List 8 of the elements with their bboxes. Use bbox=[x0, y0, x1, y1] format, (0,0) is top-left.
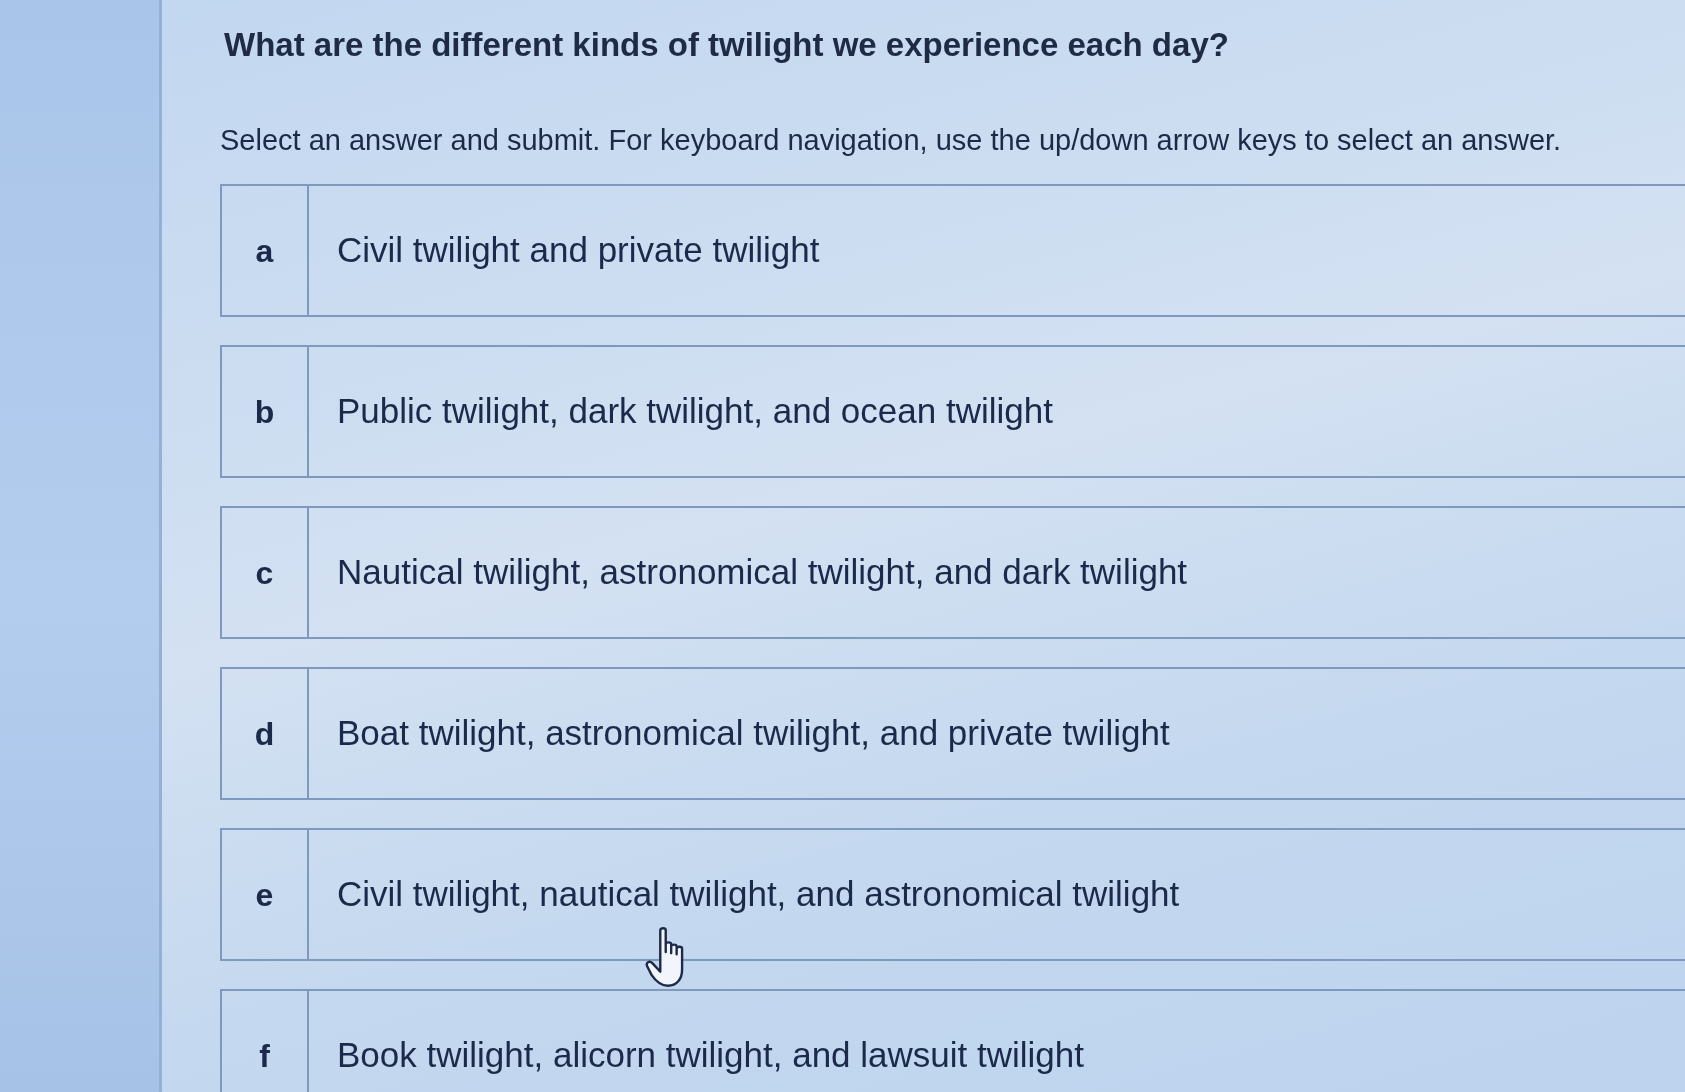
answer-option[interactable]: a Civil twilight and private twilight bbox=[220, 184, 1685, 318]
answer-option[interactable]: f Book twilight, alicorn twilight, and lawsuit twilight bbox=[220, 989, 1685, 1092]
answer-option[interactable]: e Civil twilight, nautical twilight, and astronomical twilight bbox=[220, 828, 1685, 962]
answer-option[interactable]: c Nautical twilight, astronomical twilight, and dark twilight bbox=[220, 506, 1685, 640]
question-title: What are the different kinds of twilight we experience each day? bbox=[224, 25, 1230, 65]
answer-option[interactable]: d Boat twilight, astronomical twilight, and private twilight bbox=[220, 667, 1685, 801]
answer-option[interactable]: b Public twilight, dark twilight, and ocean twilight bbox=[220, 345, 1685, 479]
instructions-text: Select an answer and submit. For keyboard navigation, use the up/down arrow keys to select an answer. bbox=[220, 123, 1563, 159]
